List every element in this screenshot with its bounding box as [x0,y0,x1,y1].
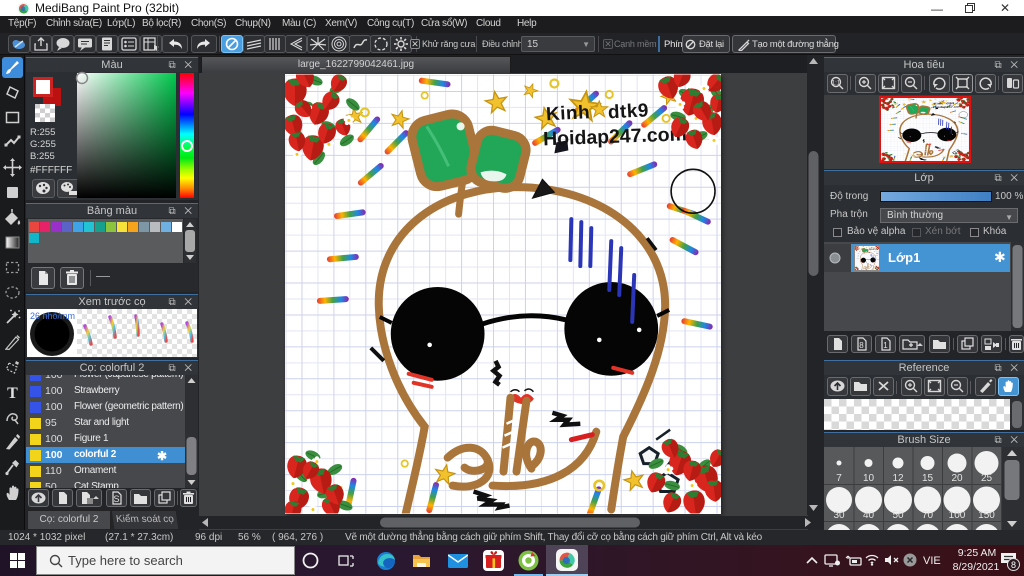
svg-text:100: 100 [949,510,966,521]
svg-text:50: 50 [892,510,904,521]
svg-text:70: 70 [922,510,934,521]
svg-text:20: 20 [951,473,963,484]
svg-text:1: 1 [883,341,888,350]
svg-text:10: 10 [863,473,875,484]
svg-text:25: 25 [981,473,993,484]
svg-text:1:1: 1:1 [832,81,841,87]
svg-text:26 nhỏ/mm: 26 nhỏ/mm [30,311,75,321]
svg-text:T: T [7,385,18,402]
svg-text:12: 12 [892,473,904,484]
svg-text:7: 7 [836,473,842,484]
svg-text:15: 15 [922,473,934,484]
svg-text:30: 30 [833,510,845,521]
svg-text:S: S [113,494,119,504]
svg-text:40: 40 [863,510,875,521]
svg-text:150: 150 [978,510,995,521]
svg-text:8: 8 [859,341,864,350]
